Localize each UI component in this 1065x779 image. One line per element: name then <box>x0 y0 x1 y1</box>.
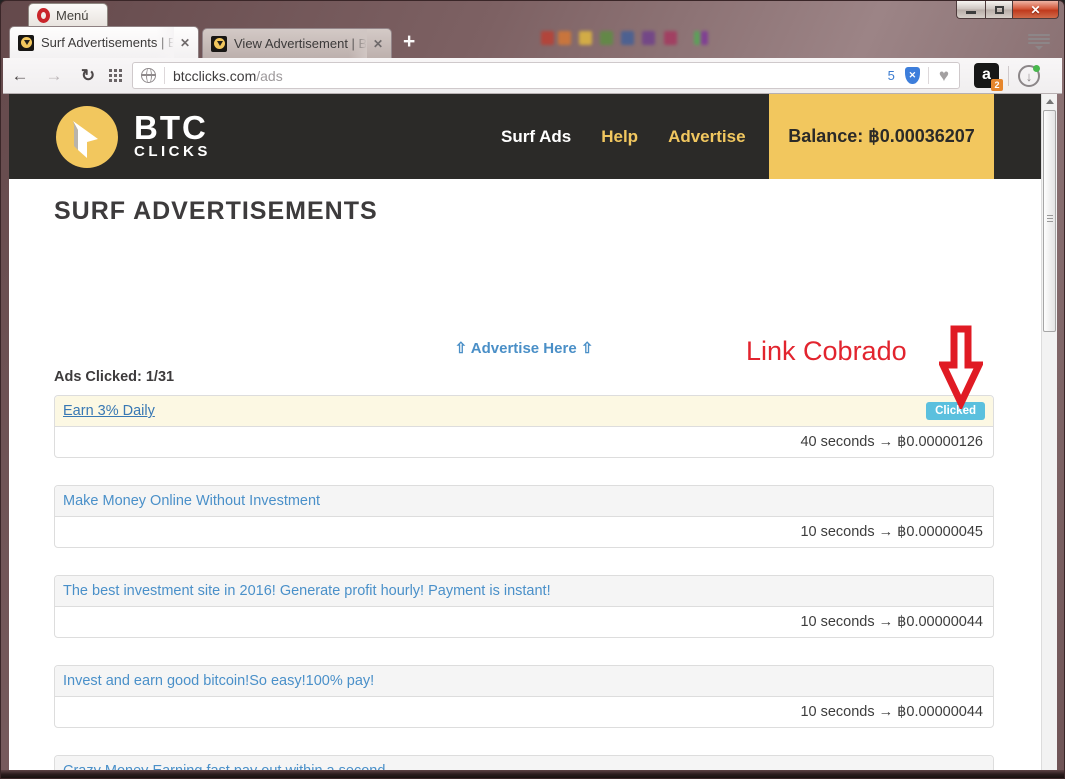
maximize-button[interactable] <box>985 1 1013 19</box>
bookmark-heart-icon[interactable]: ♥ <box>939 66 949 86</box>
speed-dial-icon[interactable] <box>109 69 122 82</box>
ad-card: Earn 3% Daily Clicked 40 seconds → ฿0.00… <box>54 395 994 458</box>
ad-reward: 10 seconds → ฿0.00000044 <box>55 607 993 637</box>
ad-link[interactable]: The best investment site in 2016! Genera… <box>63 583 551 599</box>
tab-view-advertisement[interactable]: View Advertisement | BTCC ✕ <box>202 28 392 58</box>
theme-square <box>541 31 554 45</box>
btcclicks-favicon-icon <box>18 35 34 51</box>
minimize-icon <box>966 11 976 14</box>
tab-surf-advertisements[interactable]: Surf Advertisements | BTCC ✕ <box>9 26 199 58</box>
nav-help[interactable]: Help <box>601 127 638 147</box>
balance-display[interactable]: Balance: ฿0.00036207 <box>769 94 994 179</box>
tab-menu-icon <box>1028 34 1050 36</box>
close-tab-icon[interactable]: ✕ <box>373 37 383 51</box>
site-nav: Surf Ads Help Advertise <box>501 94 746 179</box>
opera-logo-icon <box>37 8 50 23</box>
ad-card: Invest and earn good bitcoin!So easy!100… <box>54 665 994 728</box>
btcclicks-logo-icon <box>56 106 118 168</box>
btcclicks-logo[interactable]: BTC CLICKS <box>56 106 211 168</box>
tab-title: Surf Advertisements | BTCC <box>41 35 173 50</box>
site-header: BTC CLICKS Surf Ads Help Advertise Balan… <box>9 94 1041 179</box>
ad-card: The best investment site in 2016! Genera… <box>54 575 994 638</box>
address-bar[interactable]: btcclicks.com/ads 5 ✕ ♥ <box>132 62 960 89</box>
ad-link[interactable]: Earn 3% Daily <box>63 403 155 419</box>
browser-toolbar: ← → ↻ btcclicks.com/ads 5 ✕ ♥ a2 ↓ <box>3 58 1062 94</box>
ad-link[interactable]: Invest and earn good bitcoin!So easy!100… <box>63 673 374 689</box>
scrollbar[interactable] <box>1041 94 1057 772</box>
window-controls: ✕ <box>956 1 1059 19</box>
ads-clicked-counter: Ads Clicked: 1/31 <box>54 369 994 385</box>
annotation-down-arrow-icon <box>939 325 983 414</box>
forward-button[interactable]: → <box>37 66 71 86</box>
advertise-here-link[interactable]: ⇧ Advertise Here ⇧ <box>455 340 594 357</box>
browser-window: Menú ✕ Surf Advertisements | BTCC ✕ View… <box>0 0 1065 779</box>
theme-square <box>694 31 700 45</box>
theme-background-thumbnails <box>541 29 801 51</box>
page-title: SURF ADVERTISEMENTS <box>54 197 994 226</box>
nav-surf-ads[interactable]: Surf Ads <box>501 127 571 147</box>
window-bottom-border <box>1 770 1064 778</box>
ad-card: Make Money Online Without Investment 10 … <box>54 485 994 548</box>
logo-line2: CLICKS <box>134 143 211 160</box>
opera-menu-button[interactable]: Menú <box>28 3 108 26</box>
back-button[interactable]: ← <box>3 66 37 86</box>
theme-square <box>621 31 634 45</box>
theme-square <box>642 31 655 45</box>
theme-square <box>664 31 677 45</box>
scrollbar-thumb[interactable] <box>1043 110 1056 332</box>
update-dot <box>1033 65 1040 72</box>
page-viewport: BTC CLICKS Surf Ads Help Advertise Balan… <box>9 94 1041 772</box>
close-icon: ✕ <box>1030 3 1040 17</box>
minimize-button[interactable] <box>956 1 985 19</box>
close-tab-icon[interactable]: ✕ <box>180 36 190 50</box>
theme-square <box>558 31 571 45</box>
ad-reward: 40 seconds → ฿0.00000126 <box>55 427 993 457</box>
adblock-shield-icon[interactable]: ✕ <box>905 67 920 84</box>
scrollbar-up-icon[interactable] <box>1042 94 1057 109</box>
theme-square <box>579 31 592 45</box>
page-content: SURF ADVERTISEMENTS ⇧ Advertise Here ⇧ L… <box>54 197 994 772</box>
tab-title: View Advertisement | BTCC <box>234 36 366 51</box>
url-text[interactable]: btcclicks.com/ads <box>173 68 880 84</box>
annotation-text: Link Cobrado <box>746 336 907 367</box>
tab-menu-button[interactable] <box>1028 34 1050 50</box>
nav-advertise[interactable]: Advertise <box>668 127 745 147</box>
ad-reward: 10 seconds → ฿0.00000044 <box>55 697 993 727</box>
maximize-icon <box>995 6 1004 14</box>
close-button[interactable]: ✕ <box>1013 1 1059 19</box>
reload-button[interactable]: ↻ <box>71 66 105 86</box>
ad-reward: 10 seconds → ฿0.00000045 <box>55 517 993 547</box>
theme-square <box>701 31 708 45</box>
logo-line1: BTC <box>134 113 211 143</box>
btcclicks-favicon-icon <box>211 36 227 52</box>
menu-button-label: Menú <box>56 8 89 23</box>
download-icon[interactable]: ↓ <box>1018 65 1040 87</box>
new-tab-button[interactable]: + <box>403 31 415 53</box>
theme-square <box>600 31 613 45</box>
ad-link[interactable]: Make Money Online Without Investment <box>63 493 320 509</box>
amazon-extension-icon[interactable]: a2 <box>974 63 999 88</box>
blocked-count: 5 <box>888 68 895 83</box>
globe-icon <box>141 68 156 83</box>
